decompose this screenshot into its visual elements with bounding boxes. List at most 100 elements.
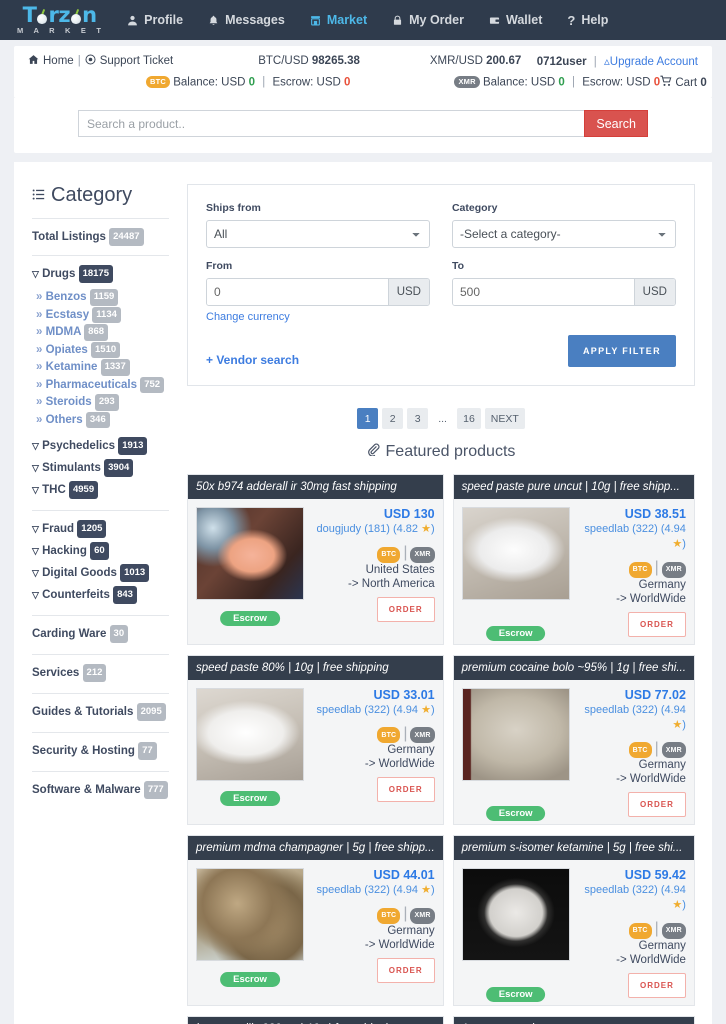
- sidebar-subitem-ketamine[interactable]: » Ketamine 1337: [36, 359, 169, 376]
- brand-logo[interactable]: Trz n M A R K E T: [14, 4, 105, 35]
- sidebar-subitem-benzos[interactable]: » Benzos 1159: [36, 289, 169, 306]
- info-bar: Home | Support Ticket BTC/USD 98265.38 X…: [14, 46, 712, 98]
- featured-products-heading: Featured products: [187, 443, 695, 461]
- product-destination: -> WorldWide: [616, 592, 686, 605]
- sidebar-subitem-pharmaceuticals[interactable]: » Pharmaceuticals 752: [36, 376, 169, 393]
- product-card[interactable]: 1 oz moonrocks Escrow USD 104 cb23 (220)…: [452, 1015, 695, 1024]
- sidebar-subitem-ecstasy[interactable]: » Ecstasy 1134: [36, 306, 169, 323]
- home-link[interactable]: Home: [28, 54, 74, 68]
- price-to-input[interactable]: [452, 279, 634, 305]
- sidebar-item-count: 3904: [104, 459, 134, 477]
- cart-link[interactable]: Cart 0: [660, 75, 707, 89]
- sidebar-item-counterfeits[interactable]: ▽ Counterfeits 843: [32, 586, 169, 604]
- product-title[interactable]: 50x b974 adderall ir 30mg fast shipping: [188, 475, 443, 499]
- sidebar-item-thc[interactable]: ▽ THC 4959: [32, 481, 169, 499]
- sidebar-subitem-mdma[interactable]: » MDMA 868: [36, 324, 169, 341]
- content-column: Ships from All Category -Select a catego…: [179, 184, 695, 1024]
- change-currency-link[interactable]: Change currency: [206, 311, 430, 323]
- sidebar-item-count: 1205: [77, 520, 107, 538]
- support-ticket-link[interactable]: Support Ticket: [85, 54, 173, 68]
- nav-item-help[interactable]: ? Help: [567, 13, 608, 28]
- product-image[interactable]: [196, 868, 304, 961]
- sidebar-item-label: Hacking: [42, 545, 87, 557]
- nav-item-label: Market: [326, 13, 368, 27]
- product-vendor[interactable]: speedlab (322) (4.94 ★): [310, 703, 435, 718]
- sidebar-subitem-others[interactable]: » Others 346: [36, 411, 169, 428]
- sidebar-item-services[interactable]: Services 212: [32, 664, 169, 682]
- sidebar-item-fraud[interactable]: ▽ Fraud 1205: [32, 520, 169, 538]
- xmr-rate: XMR/USD 200.67: [430, 55, 521, 67]
- order-button[interactable]: ORDER: [376, 596, 435, 622]
- product-card[interactable]: lego xtc pills 230mg | 10x | free shippi…: [187, 1015, 444, 1024]
- sidebar-item-digital-goods[interactable]: ▽ Digital Goods 1013: [32, 564, 169, 582]
- vendor-search-link[interactable]: + Vendor search: [206, 353, 299, 367]
- product-vendor[interactable]: speedlab (322) (4.94 ★): [576, 883, 686, 913]
- product-image[interactable]: [461, 868, 570, 961]
- pagination-next-button[interactable]: NEXT: [484, 408, 525, 429]
- product-title[interactable]: speed paste 80% | 10g | free shipping: [188, 655, 443, 680]
- order-button[interactable]: ORDER: [376, 957, 435, 983]
- product-card[interactable]: speed paste pure uncut | 10g | free ship…: [452, 474, 695, 645]
- product-card[interactable]: premium mdma champagner | 5g | free ship…: [187, 835, 444, 1006]
- product-image[interactable]: [196, 687, 304, 781]
- product-card[interactable]: 50x b974 adderall ir 30mg fast shipping …: [187, 474, 444, 645]
- sidebar-item-guides-tutorials[interactable]: Guides & Tutorials 2095: [32, 703, 169, 721]
- search-input[interactable]: [78, 110, 585, 137]
- nav-item-my-order[interactable]: My Order: [392, 13, 464, 27]
- sidebar-subitem-label: MDMA: [45, 326, 81, 338]
- product-title[interactable]: premium cocaine bolo ~95% | 1g | free sh…: [453, 655, 694, 680]
- user-icon: [127, 15, 138, 26]
- sidebar-item-psychedelics[interactable]: ▽ Psychedelics 1913: [32, 437, 169, 455]
- nav-item-market[interactable]: Market: [310, 13, 367, 27]
- product-title[interactable]: premium s-isomer ketamine | 5g | free sh…: [453, 836, 694, 860]
- pagination-page-3[interactable]: 3: [407, 408, 429, 429]
- from-input-group: USD: [206, 278, 430, 306]
- category-select[interactable]: -Select a category-: [451, 220, 676, 248]
- product-vendor[interactable]: dougjudy (181) (4.82 ★): [310, 522, 435, 537]
- sidebar-item-stimulants[interactable]: ▽ Stimulants 3904: [32, 459, 169, 477]
- order-button[interactable]: ORDER: [628, 792, 686, 817]
- sidebar-item-drugs[interactable]: ▽ Drugs 18175: [32, 265, 169, 283]
- order-button[interactable]: ORDER: [628, 611, 686, 637]
- search-button[interactable]: Search: [584, 110, 648, 137]
- escrow-badge: Escrow: [485, 806, 546, 821]
- apply-filter-button[interactable]: APPLY FILTER: [567, 335, 676, 367]
- divider: [32, 615, 169, 616]
- product-card[interactable]: premium s-isomer ketamine | 5g | free sh…: [452, 835, 695, 1006]
- ships-from-select[interactable]: All: [206, 220, 430, 248]
- product-image[interactable]: [461, 687, 570, 781]
- sidebar-item-hacking[interactable]: ▽ Hacking 60: [32, 542, 169, 560]
- sidebar-item-security-hosting[interactable]: Security & Hosting 77: [32, 742, 169, 760]
- upgrade-account-link[interactable]: ▵Upgrade Account: [604, 56, 698, 68]
- product-vendor[interactable]: speedlab (322) (4.94 ★): [576, 522, 686, 552]
- price-from-input[interactable]: [207, 279, 388, 305]
- order-button[interactable]: ORDER: [628, 972, 686, 998]
- product-vendor-label: speedlab (322) (4.94: [584, 884, 686, 896]
- product-vendor[interactable]: speedlab (322) (4.94 ★): [576, 703, 686, 733]
- sidebar-subitem-opiates[interactable]: » Opiates 1510: [36, 341, 169, 358]
- nav-item-wallet[interactable]: Wallet: [489, 13, 542, 27]
- product-title[interactable]: 1 oz moonrocks: [453, 1016, 694, 1024]
- product-title[interactable]: speed paste pure uncut | 10g | free ship…: [453, 475, 694, 499]
- product-vendor[interactable]: speedlab (322) (4.94 ★): [310, 883, 435, 898]
- nav-item-profile[interactable]: Profile: [127, 13, 183, 27]
- order-button[interactable]: ORDER: [376, 777, 435, 802]
- sidebar-item-software-malware[interactable]: Software & Malware 777: [32, 781, 169, 799]
- pagination-page-16[interactable]: 16: [457, 408, 481, 429]
- star-icon: ★: [421, 703, 431, 716]
- nav-item-messages[interactable]: Messages: [208, 13, 285, 27]
- username-label: 0712user: [536, 56, 587, 68]
- product-image[interactable]: [196, 507, 304, 600]
- product-image[interactable]: [461, 507, 570, 600]
- sidebar-item-label: Psychedelics: [42, 440, 116, 452]
- product-thumbnail-wrap: Escrow: [461, 507, 570, 641]
- product-title[interactable]: premium mdma champagner | 5g | free ship…: [188, 836, 443, 860]
- pagination-page-1[interactable]: 1: [357, 408, 379, 429]
- sidebar-item-label: Services: [32, 667, 80, 679]
- sidebar-subitem-steroids[interactable]: » Steroids 293: [36, 394, 169, 411]
- product-title[interactable]: lego xtc pills 230mg | 10x | free shippi…: [188, 1016, 443, 1024]
- product-card[interactable]: speed paste 80% | 10g | free shipping Es…: [187, 654, 444, 825]
- pagination-page-2[interactable]: 2: [382, 408, 404, 429]
- sidebar-item-carding-ware[interactable]: Carding Ware 30: [32, 625, 169, 643]
- product-card[interactable]: premium cocaine bolo ~95% | 1g | free sh…: [452, 654, 695, 825]
